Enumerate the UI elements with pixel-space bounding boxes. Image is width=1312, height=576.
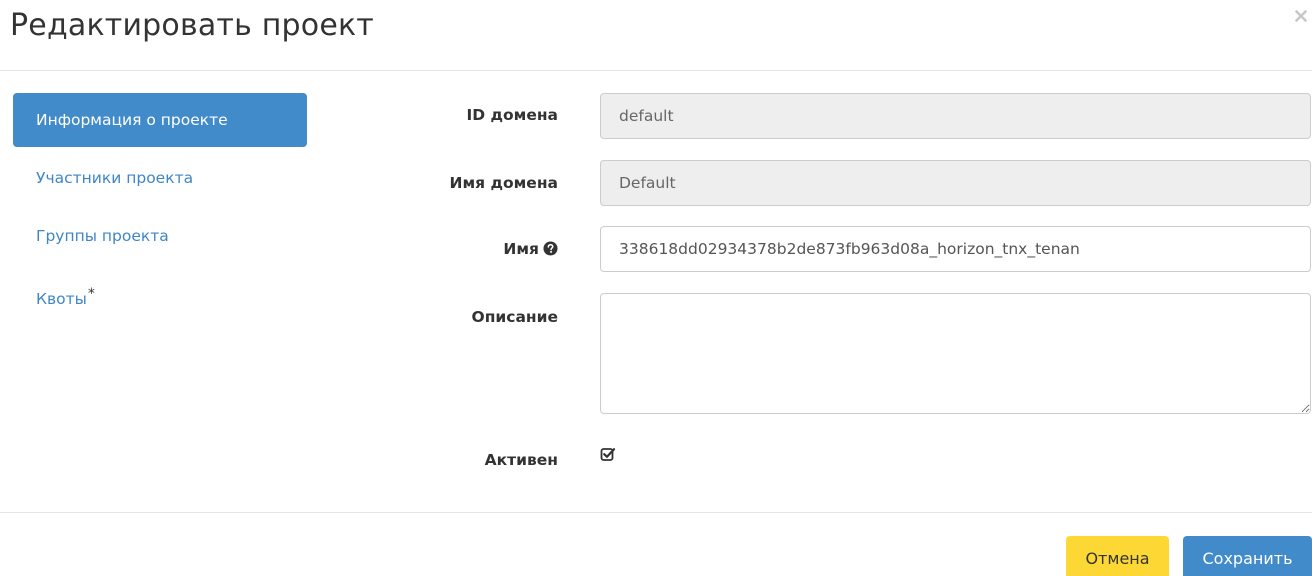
modal-header: Редактировать проект bbox=[0, 0, 1312, 71]
required-asterisk: * bbox=[87, 286, 95, 302]
question-circle-icon[interactable] bbox=[543, 241, 558, 260]
domain-name-label: Имя домена bbox=[449, 174, 558, 192]
modal-title: Редактировать проект bbox=[10, 8, 374, 43]
form-group-description: Описание bbox=[380, 293, 1312, 414]
description-textarea[interactable] bbox=[600, 293, 1311, 414]
cancel-button[interactable]: Отмена bbox=[1066, 536, 1169, 576]
domain-id-field bbox=[600, 93, 1311, 139]
form-group-domain-name: Имя домена bbox=[380, 160, 1312, 206]
project-name-input[interactable] bbox=[600, 226, 1311, 272]
form-group-name: Имя bbox=[380, 226, 1312, 272]
enabled-label: Активен bbox=[484, 451, 558, 469]
edit-project-modal: Редактировать проект Информация о проект… bbox=[0, 0, 1312, 576]
nav-item-project-groups[interactable]: Группы проекта bbox=[13, 209, 307, 263]
nav-item-label: Квоты bbox=[36, 290, 87, 308]
form-group-domain-id: ID домена bbox=[380, 93, 1312, 139]
nav-item-project-info[interactable]: Информация о проекте bbox=[13, 93, 307, 147]
domain-id-label: ID домена bbox=[466, 106, 558, 124]
nav-item-label: Информация о проекте bbox=[36, 111, 228, 129]
save-button[interactable]: Сохранить bbox=[1183, 536, 1312, 576]
nav-item-label: Участники проекта bbox=[36, 169, 194, 187]
domain-name-field bbox=[600, 160, 1311, 206]
modal-footer: Отмена Сохранить bbox=[0, 512, 1312, 576]
name-label-text: Имя bbox=[503, 240, 539, 258]
workflow-nav: Информация о проекте Участники проекта Г… bbox=[13, 93, 307, 321]
checked-square-icon bbox=[600, 448, 616, 461]
enabled-checkbox[interactable] bbox=[600, 446, 616, 466]
form-group-enabled: Активен bbox=[380, 446, 1312, 476]
close-icon[interactable] bbox=[1290, 4, 1312, 28]
nav-item-project-members[interactable]: Участники проекта bbox=[13, 151, 307, 205]
description-label: Описание bbox=[471, 308, 558, 326]
name-label: Имя bbox=[503, 240, 558, 260]
nav-item-quotas[interactable]: Квоты* bbox=[13, 267, 307, 321]
nav-item-label: Группы проекта bbox=[36, 227, 169, 245]
